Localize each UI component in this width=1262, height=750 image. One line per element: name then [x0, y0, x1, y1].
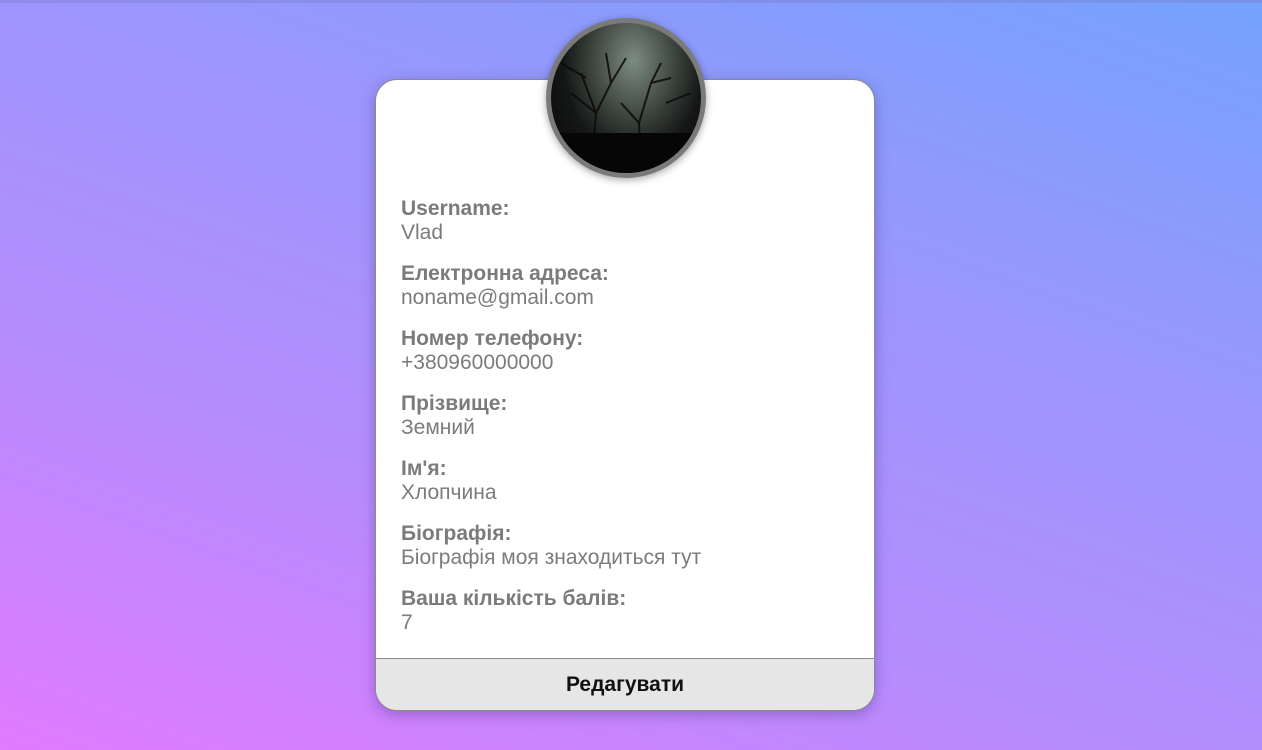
- field-first-name: Ім'я: Хлопчина: [401, 456, 854, 505]
- field-surname: Прізвище: Земний: [401, 391, 854, 440]
- points-value: 7: [401, 611, 413, 634]
- field-email: Електронна адреса: noname@gmail.com: [401, 261, 854, 310]
- field-points: Ваша кількість балів: 7: [401, 586, 854, 635]
- biography-value: Біографія моя знаходиться тут: [401, 546, 702, 569]
- first-name-value: Хлопчина: [401, 481, 497, 504]
- field-biography: Біографія: Біографія моя знаходиться тут: [401, 521, 854, 570]
- surname-label: Прізвище:: [401, 392, 508, 415]
- field-phone: Номер телефону: +380960000000: [401, 326, 854, 375]
- surname-value: Земний: [401, 416, 475, 439]
- phone-value: +380960000000: [401, 351, 554, 374]
- profile-fields: Username: Vlad Електронна адреса: noname…: [401, 196, 854, 651]
- avatar[interactable]: [546, 18, 706, 178]
- field-username: Username: Vlad: [401, 196, 854, 245]
- avatar-photo-icon: [551, 52, 701, 173]
- first-name-label: Ім'я:: [401, 457, 447, 480]
- username-label: Username:: [401, 197, 510, 220]
- edit-profile-button[interactable]: Редагувати: [376, 658, 874, 710]
- top-edge: [0, 0, 1262, 3]
- username-value: Vlad: [401, 221, 444, 244]
- biography-label: Біографія:: [401, 522, 512, 545]
- email-label: Електронна адреса:: [401, 262, 609, 285]
- points-label: Ваша кількість балів:: [401, 587, 627, 610]
- email-value: noname@gmail.com: [401, 286, 594, 309]
- phone-label: Номер телефону:: [401, 327, 584, 350]
